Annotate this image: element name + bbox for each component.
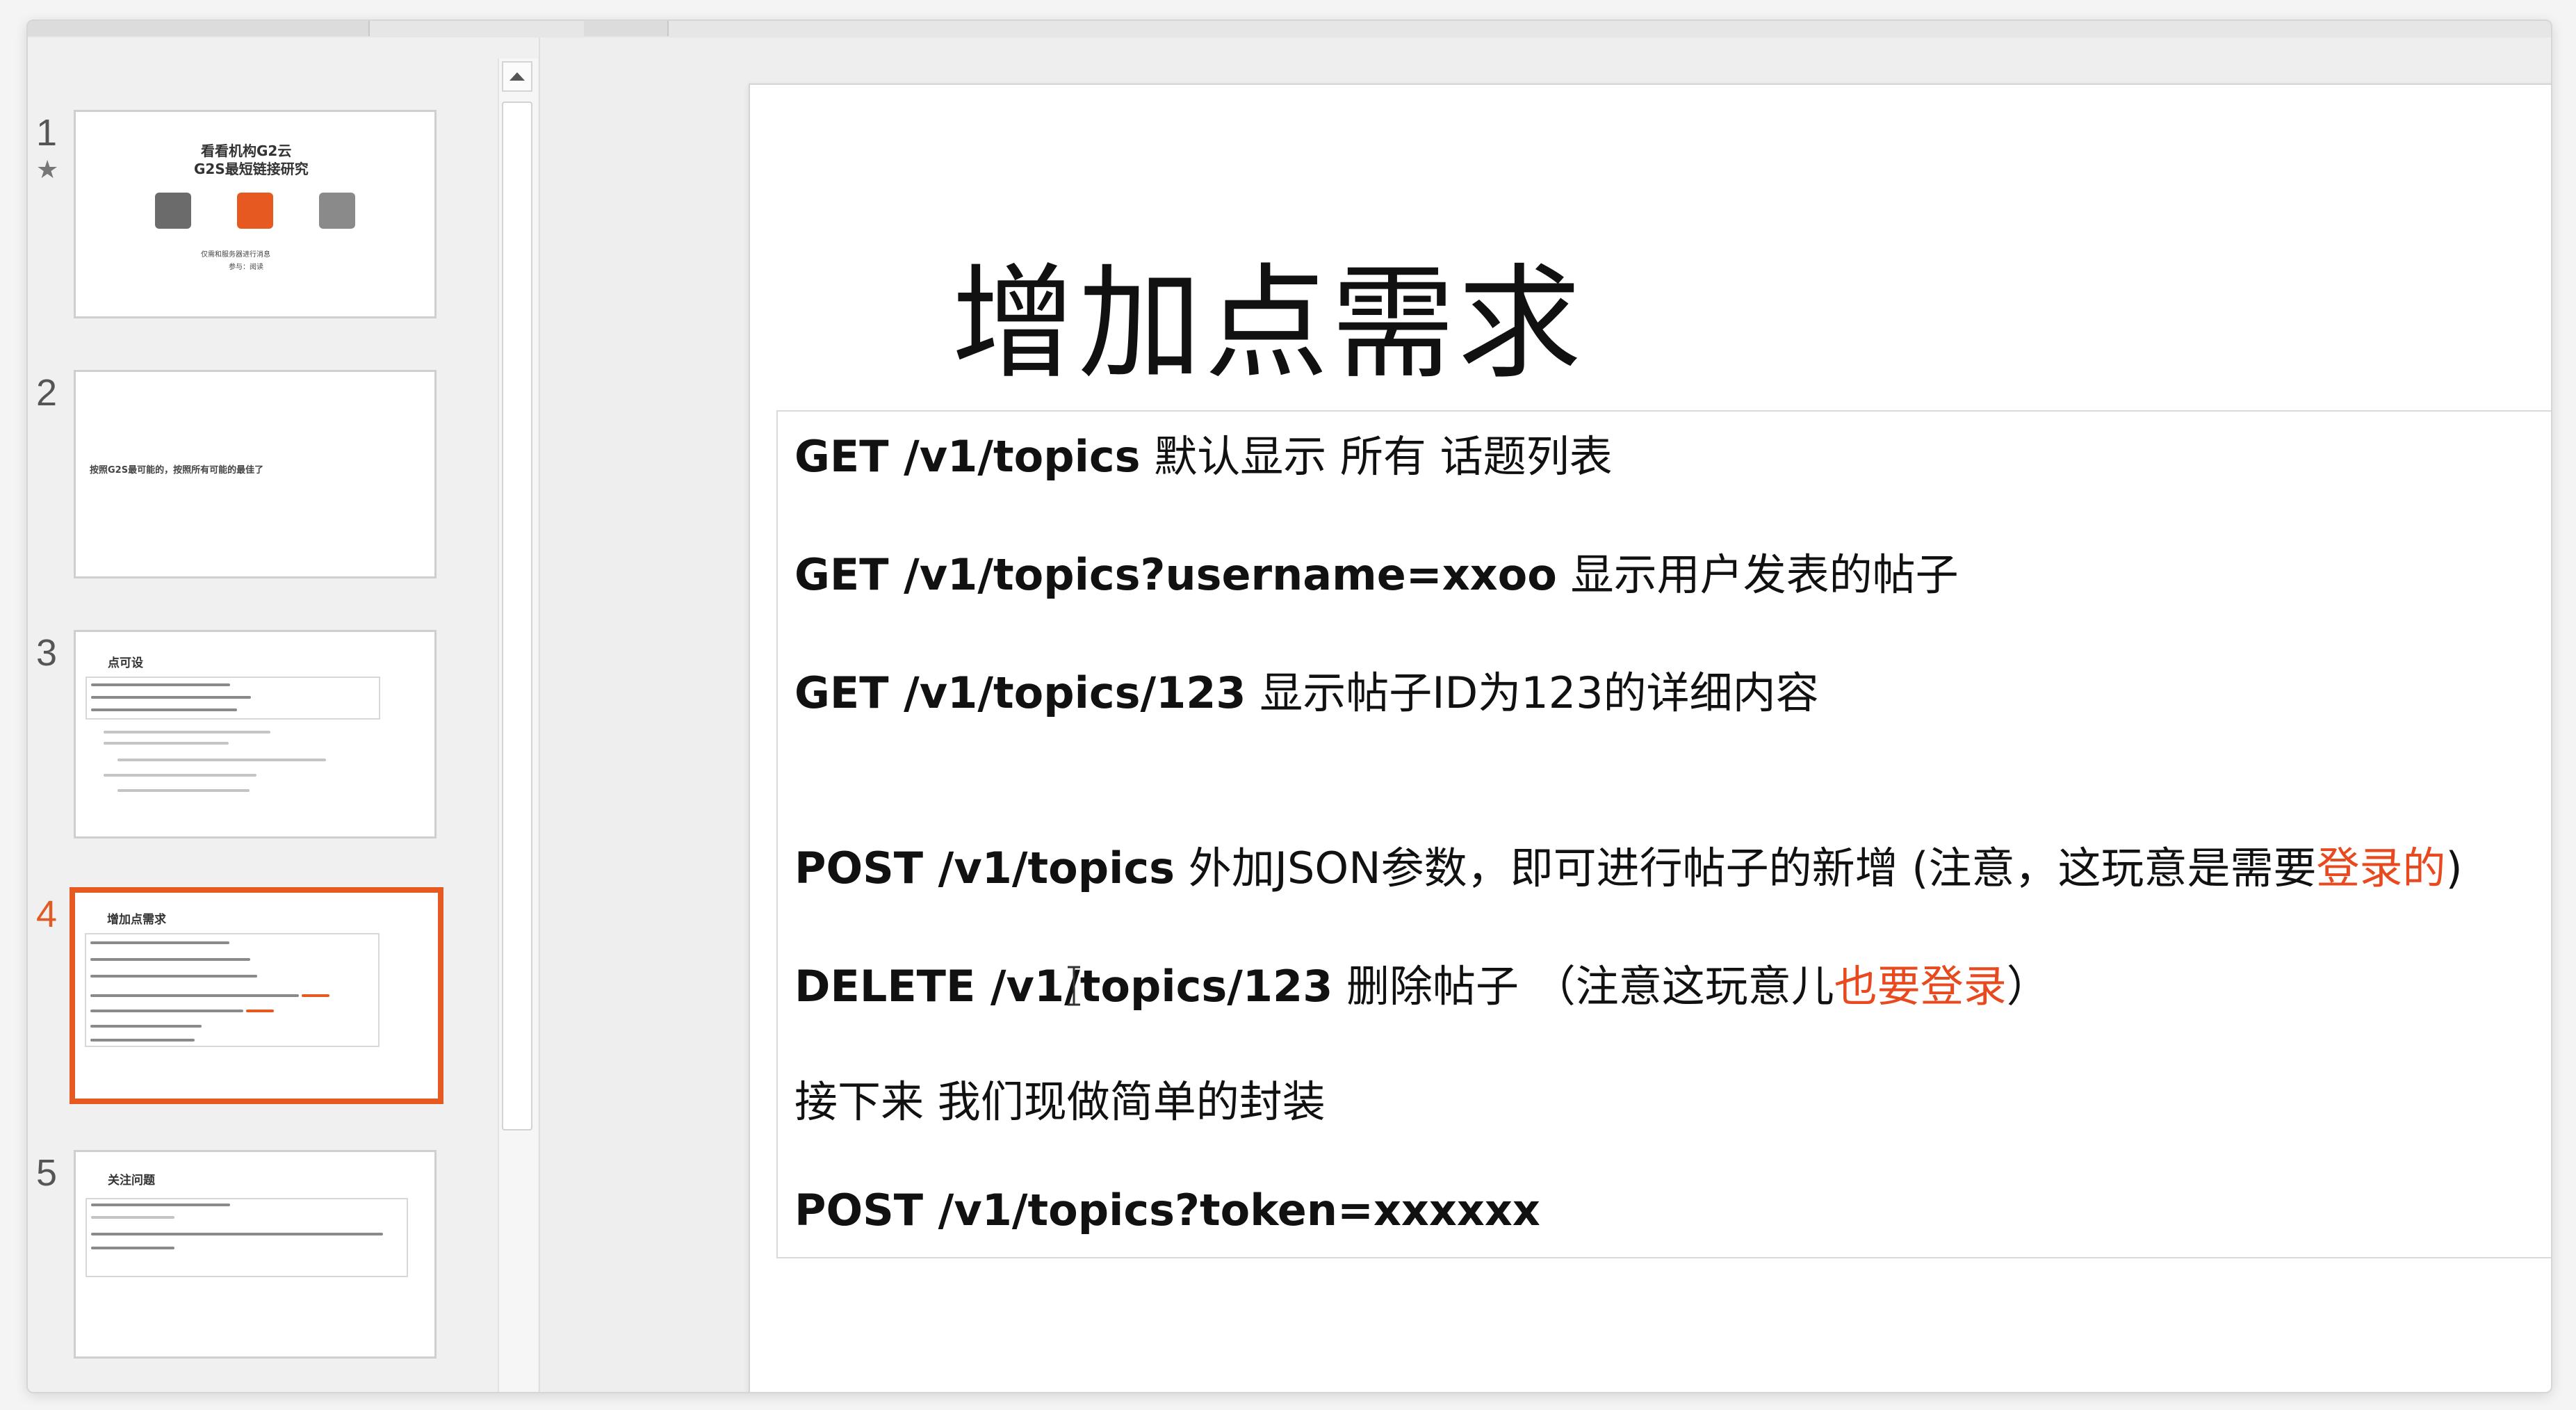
slide-title[interactable]: 增加点需求	[952, 224, 1584, 403]
thumbnail-text-line	[91, 1216, 174, 1219]
api-endpoint: GET /v1/topics/123	[794, 667, 1246, 718]
slide-thumbnail-3[interactable]: 点可设	[74, 630, 437, 838]
thumbnail-text-line	[91, 683, 230, 686]
thumbnail-text-line	[104, 731, 270, 734]
content-line: GET /v1/topics?username=xxoo 显示用户发表的帖子	[794, 540, 1959, 602]
slide-thumbnail-pane: 1 ★ 看看机构G2云 G2S最短链接研究 仅需和服务器进行消息 参与：阅读 2…	[28, 38, 540, 1392]
thumbnail-title: 点可设	[108, 656, 143, 670]
line-description: 显示帖子ID为123的详细内容	[1246, 667, 1819, 718]
thumbnail-text-line	[91, 1233, 383, 1235]
line-description: 外加JSON参数，即可进行帖子的新增 (注意，这玩意是需要	[1175, 843, 2317, 893]
thumbnail-content-box	[85, 1198, 408, 1277]
thumbnail-text-line	[246, 1010, 274, 1012]
thumbnail-text-line	[302, 994, 329, 997]
slide-thumbnail-4-selected[interactable]: 增加点需求	[70, 887, 443, 1104]
thumbnail-text-line	[90, 958, 250, 961]
thumbnail-row-4[interactable]: 4 增加点需求	[28, 887, 487, 1104]
scroll-up-arrow-icon[interactable]	[502, 61, 532, 92]
line-description: 接下来 我们现做简单的封装	[794, 1076, 1326, 1127]
slide-number: 1	[36, 112, 58, 154]
thumbnail-row-2[interactable]: 2 按照G2S最可能的，按照所有可能的最佳了	[28, 370, 487, 578]
slide-editor-area: 增加点需求 GET /v1/topics 默认显示 所有 话题列表 GET /v…	[540, 38, 2551, 1392]
line-tail: ）	[2006, 961, 2050, 1012]
thumbnail-text-line	[91, 1204, 230, 1206]
thumbnail-text-line	[90, 941, 229, 944]
line-description: 显示用户发表的帖子	[1556, 549, 1959, 600]
slide-thumbnail-2[interactable]: 按照G2S最可能的，按照所有可能的最佳了	[74, 370, 437, 578]
content-line: 接下来 我们现做简单的封装	[794, 1067, 1326, 1129]
line-description: 默认显示 所有 话题列表	[1140, 431, 1613, 482]
slide-number: 5	[36, 1152, 58, 1194]
thumbnail-subtitle-line: 参与：阅读	[229, 264, 263, 271]
content-line: DELETE /v1/topics/123 删除帖子 （注意这玩意儿也要登录）	[794, 951, 2050, 1014]
thumbnail-text-line	[104, 774, 256, 777]
thumbnail-subtitle-line: 仅需和服务器进行消息	[201, 251, 270, 259]
toolbar-tab-stub[interactable]	[584, 21, 669, 36]
current-slide: 增加点需求 GET /v1/topics 默认显示 所有 话题列表 GET /v…	[749, 83, 2551, 1392]
text-cursor-ibeam-icon	[1068, 966, 1080, 1006]
animation-star-icon: ★	[36, 156, 59, 184]
thumbnail-title-line: 看看机构G2云	[201, 143, 292, 159]
content-line: GET /v1/topics 默认显示 所有 话题列表	[794, 421, 1613, 484]
thumbnail-row-3[interactable]: 3 点可设	[28, 630, 487, 838]
toolbar-tab-stub[interactable]	[28, 21, 140, 36]
thumbnail-body-text: 按照G2S最可能的，按照所有可能的最佳了	[90, 465, 264, 476]
thumbnail-text-line	[91, 708, 237, 711]
highlighted-text: 登录的	[2316, 843, 2446, 893]
slide-number: 2	[36, 372, 58, 414]
api-endpoint: GET /v1/topics?username=xxoo	[794, 549, 1557, 600]
scrollbar-thumb[interactable]	[502, 102, 532, 1131]
toolbar-tab-stub[interactable]	[139, 21, 370, 36]
line-tail: )	[2445, 843, 2463, 893]
thumbnail-scrollbar[interactable]	[498, 58, 538, 1392]
thumbnail-text-line	[117, 789, 250, 792]
thumbnail-text-line	[90, 1039, 195, 1042]
thumbnail-text-line	[91, 696, 251, 699]
api-endpoint: POST /v1/topics?token=xxxxxx	[794, 1185, 1540, 1235]
api-endpoint: GET /v1/topics	[794, 431, 1141, 482]
slide-content-textbox[interactable]: GET /v1/topics 默认显示 所有 话题列表 GET /v1/topi…	[776, 410, 2551, 1258]
thumbnail-text-line	[90, 994, 299, 997]
thumbnail-content-box	[85, 933, 380, 1047]
thumbnail-text-line	[90, 1010, 243, 1012]
thumbnail-title: 增加点需求	[107, 913, 166, 927]
line-description: 删除帖子 （注意这玩意儿	[1332, 961, 1834, 1012]
api-endpoint: POST /v1/topics	[794, 843, 1175, 893]
thumbnail-text-line	[104, 742, 229, 745]
thumbnail-title-line: G2S最短链接研究	[194, 161, 309, 177]
thumbnail-image-icon	[237, 193, 273, 229]
presentation-window: 1 ★ 看看机构G2云 G2S最短链接研究 仅需和服务器进行消息 参与：阅读 2…	[26, 19, 2552, 1393]
slide-thumbnail-1[interactable]: 看看机构G2云 G2S最短链接研究 仅需和服务器进行消息 参与：阅读	[74, 110, 437, 318]
content-line: GET /v1/topics/123 显示帖子ID为123的详细内容	[794, 658, 1819, 720]
thumbnail-text-line	[91, 1247, 174, 1249]
thumbnail-image-icon	[319, 193, 355, 229]
thumbnail-text-line	[117, 759, 326, 761]
highlighted-text: 也要登录	[1834, 961, 2007, 1012]
thumbnail-text-line	[90, 975, 257, 978]
thumbnail-row-1[interactable]: 1 ★ 看看机构G2云 G2S最短链接研究 仅需和服务器进行消息 参与：阅读	[28, 110, 487, 318]
thumbnail-text-line	[90, 1025, 202, 1028]
top-toolbar-strip	[28, 21, 2551, 39]
slide-thumbnail-5[interactable]: 关注问题	[74, 1150, 437, 1359]
thumbnail-title: 关注问题	[108, 1174, 155, 1188]
thumbnail-row-5[interactable]: 5 关注问题	[28, 1150, 487, 1359]
content-line: POST /v1/topics 外加JSON参数，即可进行帖子的新增 (注意，这…	[794, 833, 2463, 896]
slide-number: 4	[36, 893, 58, 935]
thumbnail-image-icon	[155, 193, 191, 229]
content-line: POST /v1/topics?token=xxxxxx	[794, 1185, 1540, 1235]
slide-number: 3	[36, 632, 58, 674]
